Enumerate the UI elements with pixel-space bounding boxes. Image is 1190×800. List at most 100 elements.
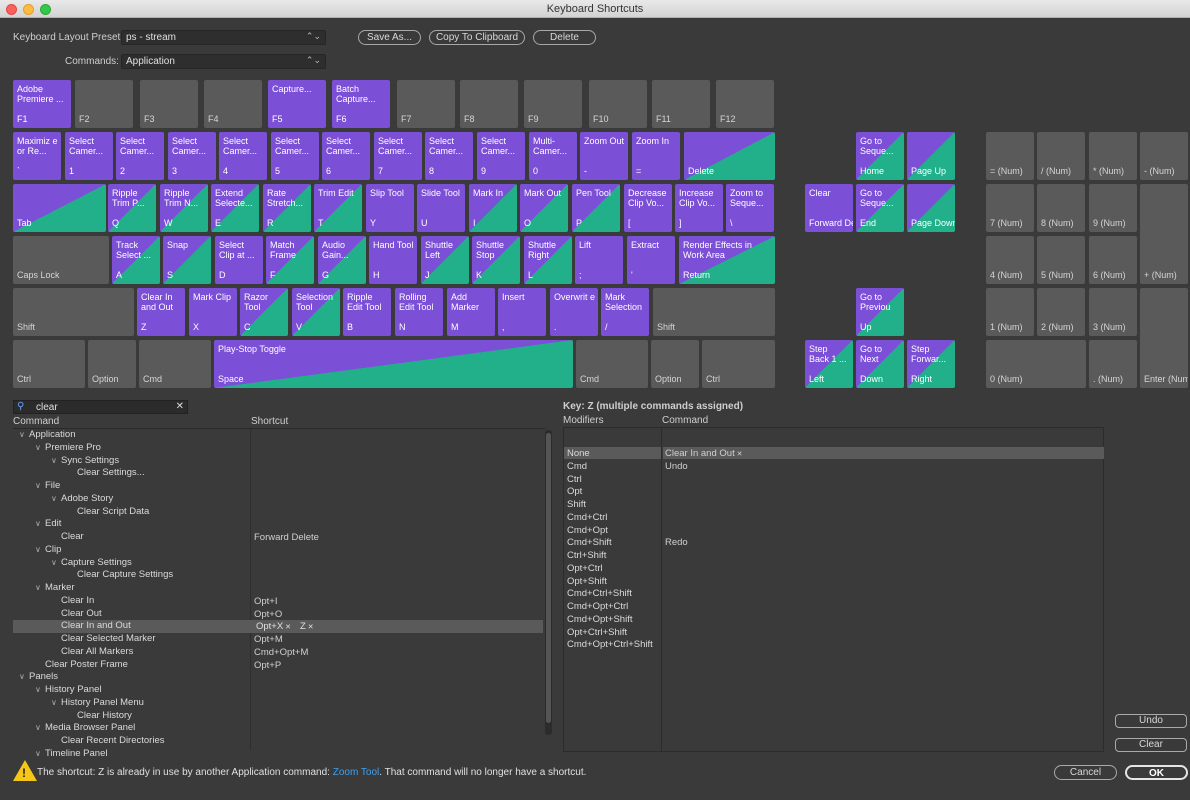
key-y-32[interactable]: Slip Tool Y (366, 184, 414, 232)
modifier-item[interactable]: Opt (567, 486, 582, 497)
commands-scrollbar[interactable] (545, 430, 552, 735)
key-cmd-67[interactable]: Cmd (139, 340, 211, 388)
key-f6-5[interactable]: Batch Capture... F6 (332, 80, 390, 128)
tree-row[interactable]: ∨ Premiere Pro (13, 442, 543, 455)
modifier-item[interactable]: Cmd+Ctrl+Shift (567, 588, 632, 599)
key-page-down-76[interactable]: Page Down (907, 184, 955, 232)
key-2-num--93[interactable]: 2 (Num) (1037, 288, 1085, 336)
clear-search-icon[interactable]: ✕ (176, 401, 184, 412)
key-1-13[interactable]: Select Camer... 1 (65, 132, 113, 180)
key-enter-num--95[interactable]: Enter (Num) (1140, 288, 1188, 388)
tree-row[interactable]: Clear Capture Settings (13, 569, 543, 582)
shortcut-value[interactable]: Opt+M (254, 634, 283, 645)
key-m-60[interactable]: Add Marker M (447, 288, 495, 336)
key-e-29[interactable]: Extend Selecte... E (211, 184, 259, 232)
key---37[interactable]: Decrease Clip Vo... [ (624, 184, 672, 232)
key--num--84[interactable]: - (Num) (1140, 132, 1188, 180)
key-g-45[interactable]: Audio Gain... G (318, 236, 366, 284)
key-caps-lock-40[interactable]: Caps Lock (13, 236, 109, 284)
modifier-command[interactable]: Clear In and Out ✕ (665, 448, 743, 459)
key-1-num--92[interactable]: 1 (Num) (986, 288, 1034, 336)
tree-row[interactable]: ∨ Sync Settings (13, 455, 543, 468)
disclosure-triangle-icon[interactable]: ∨ (35, 685, 45, 694)
key-8-20[interactable]: Select Camer... 8 (425, 132, 473, 180)
disclosure-triangle-icon[interactable]: ∨ (19, 672, 29, 681)
key-space-68[interactable]: Play-Stop Toggle Space (214, 340, 573, 388)
key-r-30[interactable]: Rate Stretch... R (263, 184, 311, 232)
key-s-42[interactable]: Snap S (163, 236, 211, 284)
tree-row[interactable]: ∨ Panels (13, 671, 543, 684)
key-shift-64[interactable]: Shift (653, 288, 775, 336)
key-f9-8[interactable]: F9 (524, 80, 582, 128)
tree-row[interactable]: Clear Recent Directories (13, 735, 543, 748)
key-f12-11[interactable]: F12 (716, 80, 774, 128)
key---61[interactable]: Insert, (498, 288, 546, 336)
disclosure-triangle-icon[interactable]: ∨ (35, 723, 45, 732)
disclosure-triangle-icon[interactable]: ∨ (51, 698, 61, 707)
key--num--82[interactable]: / (Num) (1037, 132, 1085, 180)
modifier-item[interactable]: Cmd+Opt+Shift (567, 614, 632, 625)
disclosure-triangle-icon[interactable]: ∨ (51, 456, 61, 465)
key-9-21[interactable]: Select Camer... 9 (477, 132, 525, 180)
ok-button[interactable]: OK (1125, 765, 1188, 780)
key-end-75[interactable]: Go to Seque... End (856, 184, 904, 232)
shortcut-chip[interactable]: Opt+X ✕ (256, 621, 291, 632)
key---62[interactable]: Overwrit e. (550, 288, 598, 336)
key---38[interactable]: Increase Clip Vo...] (675, 184, 723, 232)
key-a-41[interactable]: Track Select ... A (112, 236, 160, 284)
remove-command-icon[interactable]: ✕ (735, 451, 743, 458)
tree-row[interactable]: ∨ Adobe Story (13, 493, 543, 506)
modifier-item[interactable]: Shift (567, 499, 586, 510)
tree-row[interactable]: Clear Script Data (13, 506, 543, 519)
modifier-command[interactable]: Undo (665, 461, 688, 472)
key---23[interactable]: Zoom Out - (580, 132, 628, 180)
key---51[interactable]: Extract ' (627, 236, 675, 284)
key-k-48[interactable]: Shuttle Stop K (472, 236, 520, 284)
modifier-item[interactable]: Cmd (567, 461, 587, 472)
key-p-36[interactable]: Pen Tool P (572, 184, 620, 232)
modifier-item[interactable]: Opt+Ctrl+Shift (567, 627, 627, 638)
key-h-46[interactable]: Hand Tool H (369, 236, 417, 284)
key-c-56[interactable]: Razor Tool C (240, 288, 288, 336)
shortcut-value[interactable]: Opt+O (254, 609, 282, 620)
tree-row[interactable]: ∨ Capture Settings (13, 557, 543, 570)
key---50[interactable]: Lift; (575, 236, 623, 284)
modifier-item[interactable]: Cmd+Opt+Ctrl (567, 601, 628, 612)
shortcut-value[interactable]: Opt+I (254, 596, 278, 607)
key-tab-26[interactable]: Tab (13, 184, 106, 232)
clear-button[interactable]: Clear (1115, 738, 1187, 752)
tree-row[interactable]: ∨ Marker (13, 582, 543, 595)
tree-row[interactable]: ∨ Timeline Panel (13, 748, 543, 761)
key-3-num--94[interactable]: 3 (Num) (1089, 288, 1137, 336)
key---12[interactable]: Maximiz e or Re... ` (13, 132, 61, 180)
key-0-22[interactable]: Multi-Camer... 0 (529, 132, 577, 180)
key-shift-53[interactable]: Shift (13, 288, 134, 336)
key-u-33[interactable]: Slide Tool U (417, 184, 465, 232)
disclosure-triangle-icon[interactable]: ∨ (35, 583, 45, 592)
disclosure-triangle-icon[interactable]: ∨ (35, 545, 45, 554)
key-n-59[interactable]: Rolling Edit Tool N (395, 288, 443, 336)
disclosure-triangle-icon[interactable]: ∨ (35, 443, 45, 452)
key-cmd-69[interactable]: Cmd (576, 340, 648, 388)
key-3-15[interactable]: Select Camer... 3 (168, 132, 216, 180)
modifier-item[interactable]: Cmd+Ctrl (567, 512, 607, 523)
warning-link-zoom-tool[interactable]: Zoom Tool (333, 767, 380, 778)
key---39[interactable]: Zoom to Seque... \ (726, 184, 774, 232)
key-5-num--90[interactable]: 5 (Num) (1037, 236, 1085, 284)
search-input[interactable]: clear (36, 402, 58, 413)
tree-row[interactable]: ∨ History Panel Menu (13, 697, 543, 710)
key-x-55[interactable]: Mark Clip X (189, 288, 237, 336)
key-f5-4[interactable]: Capture... F5 (268, 80, 326, 128)
key-f10-9[interactable]: F10 (589, 80, 647, 128)
tree-row[interactable]: ∨ Application (13, 429, 543, 442)
remove-shortcut-icon[interactable]: ✕ (306, 624, 314, 631)
key-home-72[interactable]: Go to Seque... Home (856, 132, 904, 180)
key-6-num--91[interactable]: 6 (Num) (1089, 236, 1137, 284)
key-f2-1[interactable]: F2 (75, 80, 133, 128)
key-5-17[interactable]: Select Camer... 5 (271, 132, 319, 180)
key-z-54[interactable]: Clear In and Out Z (137, 288, 185, 336)
key-f3-2[interactable]: F3 (140, 80, 198, 128)
modifier-item[interactable]: None (567, 448, 590, 459)
modifier-item[interactable]: Cmd+Opt+Ctrl+Shift (567, 639, 653, 650)
key---63[interactable]: Mark Selection / (601, 288, 649, 336)
